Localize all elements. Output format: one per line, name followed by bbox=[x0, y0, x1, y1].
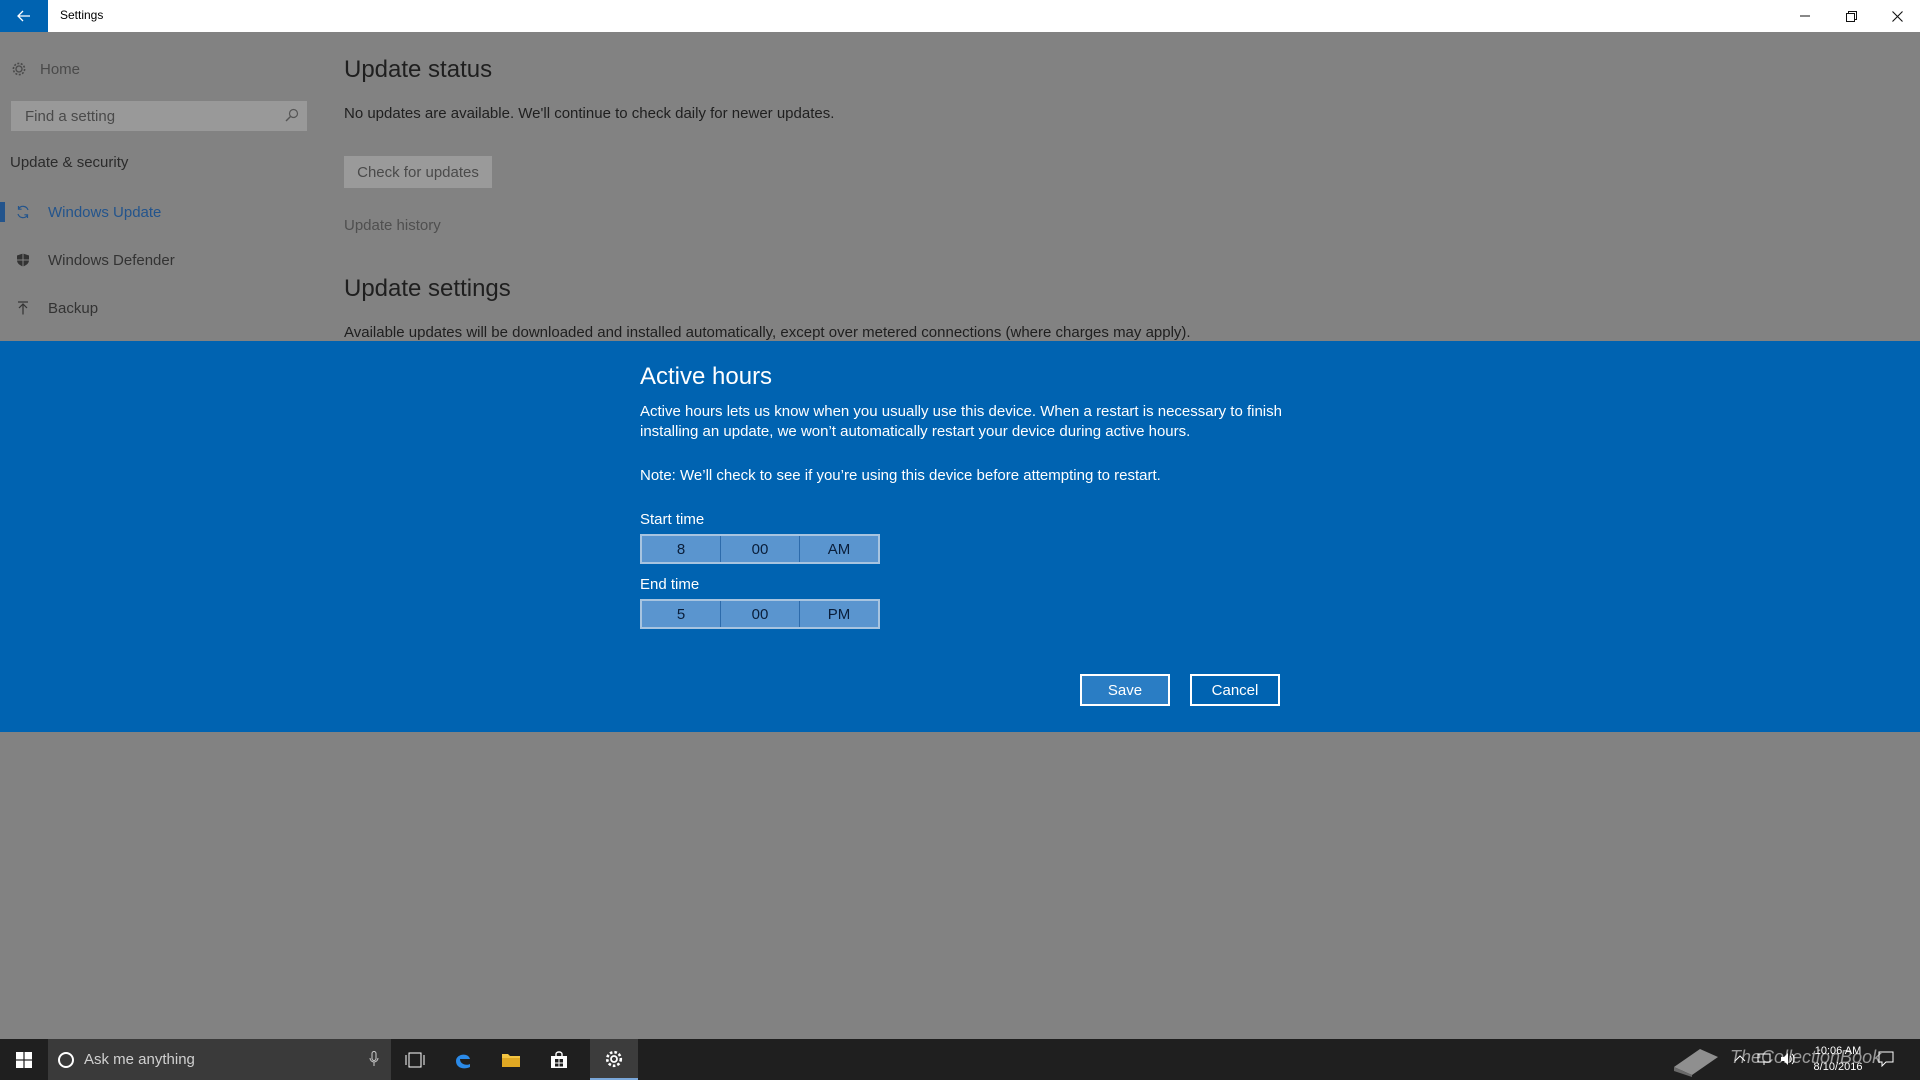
find-setting-input[interactable] bbox=[23, 106, 277, 126]
network-icon[interactable] bbox=[1756, 1052, 1772, 1066]
sidebar-item-home[interactable]: Home bbox=[12, 58, 80, 80]
volume-icon[interactable] bbox=[1780, 1052, 1796, 1066]
windows-logo-icon bbox=[16, 1051, 32, 1068]
store-button[interactable] bbox=[535, 1039, 583, 1080]
sidebar-item-backup[interactable]: Backup bbox=[0, 294, 320, 322]
close-icon bbox=[1891, 10, 1903, 22]
edge-browser-button[interactable] bbox=[439, 1039, 487, 1080]
upload-icon bbox=[16, 301, 30, 315]
window-title: Settings bbox=[60, 8, 104, 22]
sidebar-item-label: Backup bbox=[48, 299, 99, 317]
dialog-description: Active hours lets us know when you usual… bbox=[640, 403, 1282, 440]
cancel-button[interactable]: Cancel bbox=[1190, 674, 1280, 706]
file-explorer-button[interactable] bbox=[487, 1039, 535, 1080]
sync-icon bbox=[16, 205, 30, 219]
cortana-search-placeholder: Ask me anything bbox=[84, 1051, 195, 1068]
start-button[interactable] bbox=[0, 1039, 48, 1080]
cortana-icon bbox=[58, 1051, 74, 1068]
book-logo-icon bbox=[1674, 1049, 1718, 1077]
dialog-note: Note: We’ll check to see if you’re using… bbox=[640, 467, 1161, 484]
store-bag-icon bbox=[551, 1050, 567, 1068]
sidebar-item-windows-defender[interactable]: Windows Defender bbox=[0, 246, 320, 274]
settings-taskbar-button[interactable] bbox=[590, 1039, 638, 1080]
save-button[interactable]: Save bbox=[1080, 674, 1170, 706]
dialog-title: Active hours bbox=[640, 363, 773, 390]
end-time-label: End time bbox=[640, 576, 700, 593]
search-icon bbox=[285, 108, 299, 122]
end-hour[interactable]: 5 bbox=[642, 601, 720, 627]
clock-time: 10:06 AM bbox=[1814, 1045, 1862, 1057]
close-button[interactable] bbox=[1874, 0, 1920, 32]
end-minute[interactable]: 00 bbox=[720, 601, 799, 627]
update-status-title: Update status bbox=[344, 56, 493, 83]
microphone-icon[interactable] bbox=[369, 1051, 379, 1067]
clock-date: 8/10/2016 bbox=[1813, 1061, 1863, 1073]
sidebar-item-label: Windows Defender bbox=[48, 251, 175, 269]
restore-icon bbox=[1845, 10, 1857, 22]
start-minute[interactable]: 00 bbox=[720, 536, 799, 562]
check-for-updates-button[interactable]: Check for updates bbox=[344, 156, 492, 188]
update-history-link[interactable]: Update history bbox=[344, 217, 441, 234]
sidebar-item-label: Windows Update bbox=[48, 203, 162, 221]
gear-icon bbox=[605, 1050, 623, 1067]
task-view-icon bbox=[405, 1052, 425, 1067]
minimize-button[interactable] bbox=[1782, 0, 1828, 32]
start-time-picker[interactable]: 8 00 AM bbox=[640, 534, 880, 564]
update-settings-text: Available updates will be downloaded and… bbox=[344, 324, 1191, 341]
edge-icon bbox=[456, 1054, 470, 1068]
back-arrow-icon bbox=[17, 10, 30, 22]
gear-icon bbox=[12, 62, 26, 76]
update-settings-title: Update settings bbox=[344, 275, 511, 302]
find-setting-search[interactable] bbox=[11, 101, 307, 131]
folder-icon bbox=[502, 1053, 520, 1067]
end-time-picker[interactable]: 5 00 PM bbox=[640, 599, 880, 629]
task-view-button[interactable] bbox=[391, 1039, 439, 1080]
minimize-icon bbox=[1800, 15, 1810, 17]
start-time-label: Start time bbox=[640, 511, 705, 528]
title-bar: Settings bbox=[0, 0, 1920, 32]
cortana-search-box[interactable]: Ask me anything bbox=[48, 1039, 391, 1080]
start-hour[interactable]: 8 bbox=[642, 536, 720, 562]
back-button[interactable] bbox=[0, 0, 48, 32]
shield-icon bbox=[16, 253, 30, 267]
home-label: Home bbox=[40, 60, 81, 78]
sidebar-section-title: Update & security bbox=[10, 154, 129, 171]
chevron-up-icon[interactable] bbox=[1734, 1053, 1746, 1065]
notification-icon[interactable] bbox=[1878, 1051, 1894, 1067]
end-period[interactable]: PM bbox=[799, 601, 878, 627]
update-status-text: No updates are available. We'll continue… bbox=[344, 105, 835, 122]
sidebar-item-windows-update[interactable]: Windows Update bbox=[0, 198, 320, 226]
taskbar: Ask me anything TheCollectionBook 10:06 … bbox=[0, 1039, 1920, 1080]
restore-button[interactable] bbox=[1828, 0, 1874, 32]
taskbar-clock[interactable]: 10:06 AM 8/10/2016 bbox=[1806, 1043, 1870, 1075]
start-period[interactable]: AM bbox=[799, 536, 878, 562]
active-hours-dialog: Active hours Active hours lets us know w… bbox=[0, 341, 1920, 732]
